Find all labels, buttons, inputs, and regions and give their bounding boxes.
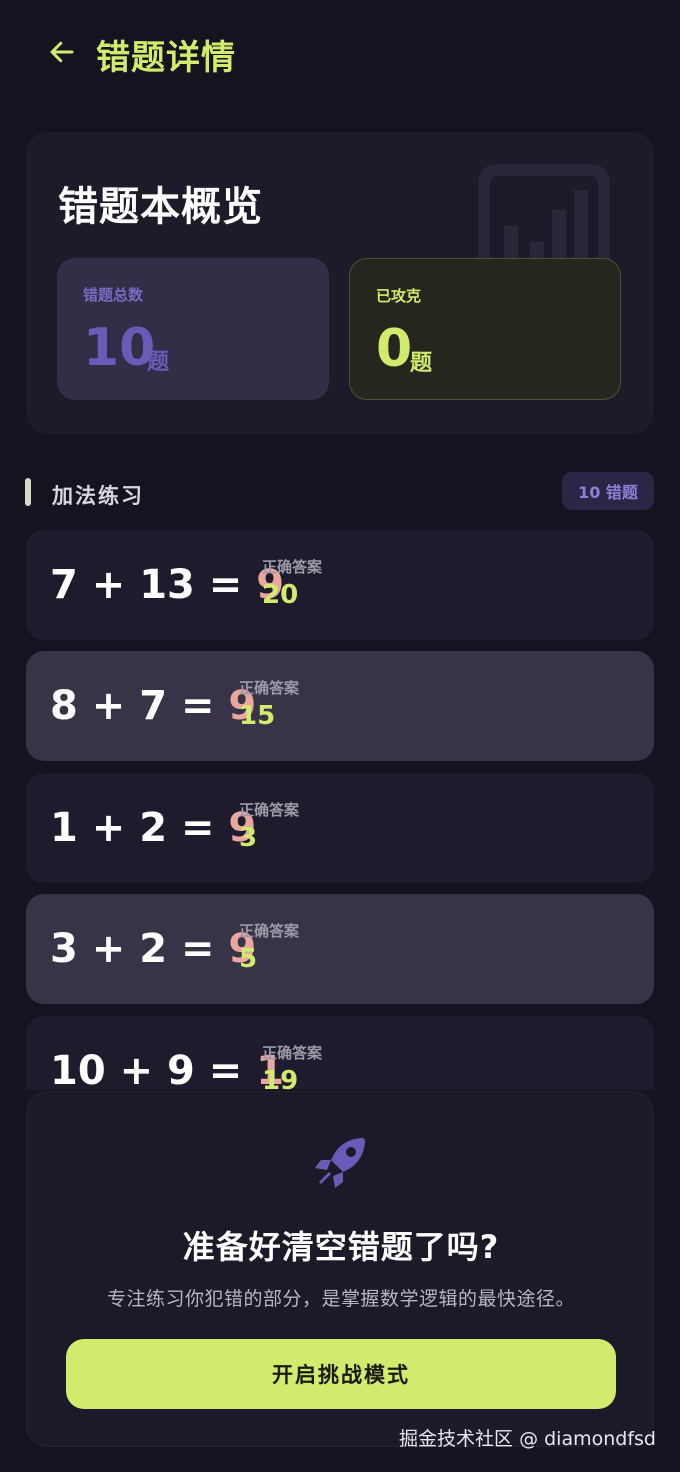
- start-challenge-button[interactable]: 开启挑战模式: [66, 1339, 616, 1409]
- correct-answer-value: 19: [262, 1066, 299, 1090]
- total-wrong-stat: 错题总数 10 题: [57, 258, 329, 400]
- equation-expression: 1 + 2 =: [50, 805, 229, 851]
- solved-unit: 题: [410, 351, 433, 376]
- equation-expression: 8 + 7 =: [50, 683, 229, 729]
- equation-expression: 10 + 9 =: [50, 1048, 257, 1090]
- overview-title: 错题本概览: [58, 184, 263, 230]
- equation-expression: 7 + 13 =: [50, 562, 257, 608]
- correct-answer-value: 20: [262, 580, 299, 610]
- solved-stat: 已攻克 0 题: [349, 258, 621, 400]
- total-wrong-unit: 题: [147, 350, 170, 375]
- correct-answer-label: 正确答案: [239, 922, 300, 940]
- equation-expression: 3 + 2 =: [50, 926, 229, 972]
- back-button[interactable]: [40, 30, 84, 74]
- equation: 3 + 2 = 9: [50, 924, 256, 974]
- list-item[interactable]: 8 + 7 = 9 正确答案 15: [26, 651, 654, 761]
- section-accent-bar: [25, 478, 31, 506]
- total-wrong-value: 10: [83, 318, 156, 378]
- correct-answer-value: 3: [239, 823, 258, 853]
- correct-answer-label: 正确答案: [239, 679, 300, 697]
- section-title: 加法练习: [52, 484, 144, 508]
- app-header: 错题详情: [0, 0, 680, 100]
- wrong-answer-list[interactable]: 7 + 13 = 9 正确答案 20 8 + 7 = 9 正确答案 15 1 +…: [26, 530, 654, 1090]
- section-count-badge: 10 错题: [562, 472, 654, 510]
- list-item[interactable]: 7 + 13 = 9 正确答案 20: [26, 530, 654, 640]
- watermark: 掘金技术社区 @ diamondfsd: [399, 1428, 656, 1450]
- correct-answer-value: 5: [239, 944, 258, 974]
- challenge-card: 准备好清空错题了吗? 专注练习你犯错的部分，是掌握数学逻辑的最快途径。 开启挑战…: [26, 1091, 654, 1447]
- correct-answer-label: 正确答案: [262, 558, 323, 576]
- total-wrong-label: 错题总数: [83, 286, 144, 304]
- page: 错题详情 错题本概览 错题总数 10 题 已攻克 0 题 加法练习 10 错题 …: [0, 0, 680, 1472]
- correct-answer-label: 正确答案: [239, 801, 300, 819]
- equation: 10 + 9 = 1: [50, 1046, 284, 1090]
- list-item[interactable]: 3 + 2 = 9 正确答案 5: [26, 894, 654, 1004]
- solved-label: 已攻克: [376, 287, 422, 305]
- list-item[interactable]: 1 + 2 = 9 正确答案 3: [26, 773, 654, 883]
- overview-card: 错题本概览 错题总数 10 题 已攻克 0 题: [26, 132, 654, 434]
- solved-value: 0: [376, 319, 413, 379]
- rocket-icon: [315, 1138, 365, 1188]
- correct-answer-value: 15: [239, 701, 276, 731]
- equation: 7 + 13 = 9: [50, 560, 284, 610]
- arrow-left-icon: [50, 41, 74, 63]
- correct-answer-label: 正确答案: [262, 1044, 323, 1062]
- challenge-title: 准备好清空错题了吗?: [182, 1228, 500, 1266]
- page-title: 错题详情: [96, 38, 236, 78]
- challenge-description: 专注练习你犯错的部分，是掌握数学逻辑的最快途径。: [106, 1288, 575, 1310]
- list-item[interactable]: 10 + 9 = 1 正确答案 19: [26, 1016, 654, 1090]
- equation: 8 + 7 = 9: [50, 681, 256, 731]
- equation: 1 + 2 = 9: [50, 803, 256, 853]
